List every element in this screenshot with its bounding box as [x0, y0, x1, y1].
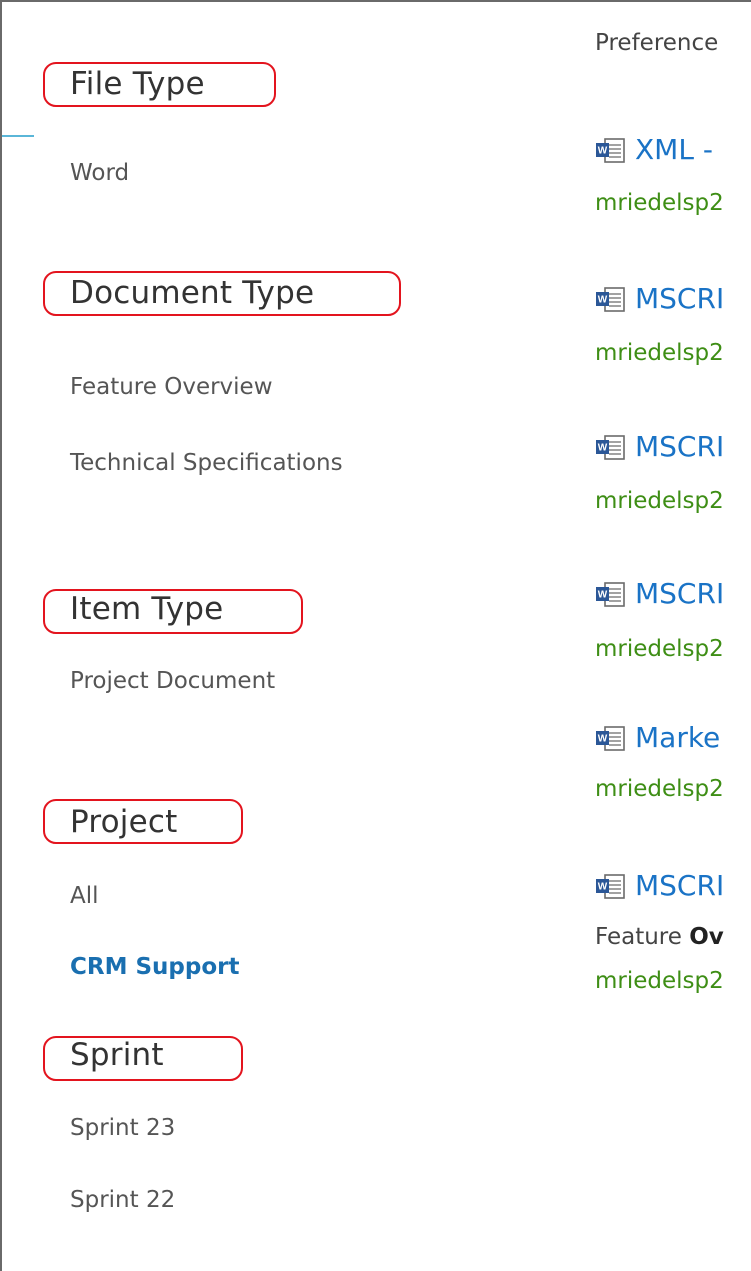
result-title-link[interactable]: W MSCRI	[595, 282, 724, 316]
result-url[interactable]: mriedelsp2	[595, 188, 724, 218]
svg-text:W: W	[598, 442, 608, 453]
result-title-text: XML -	[635, 133, 713, 166]
word-doc-icon: W	[596, 286, 625, 312]
svg-text:W: W	[598, 145, 608, 156]
svg-text:W: W	[598, 733, 608, 744]
word-doc-icon: W	[596, 581, 625, 607]
refiner-value-word[interactable]: Word	[70, 158, 129, 188]
svg-text:W: W	[598, 294, 608, 305]
refiner-value-sprint-23[interactable]: Sprint 23	[70, 1113, 175, 1143]
refiner-heading-item-type: Item Type	[70, 591, 224, 627]
refiner-value-technical-specifications[interactable]: Technical Specifications	[70, 448, 343, 478]
result-url[interactable]: mriedelsp2	[595, 634, 724, 664]
result-title-link[interactable]: W MSCRI	[595, 869, 724, 903]
refiner-value-project-document[interactable]: Project Document	[70, 666, 275, 696]
snippet-text: Feature	[595, 924, 690, 950]
result-title-link[interactable]: W MSCRI	[595, 577, 724, 611]
word-doc-icon: W	[596, 137, 625, 163]
result-title-text: MSCRI	[635, 282, 725, 315]
word-doc-icon: W	[596, 725, 625, 751]
result-snippet: Feature Ov	[595, 922, 724, 952]
refiner-value-feature-overview[interactable]: Feature Overview	[70, 372, 273, 402]
result-url[interactable]: mriedelsp2	[595, 774, 724, 804]
svg-text:W: W	[598, 881, 608, 892]
refiner-value-crm-support[interactable]: CRM Support	[70, 952, 240, 982]
snippet-highlight: Ov	[689, 924, 724, 950]
refiner-heading-document-type: Document Type	[70, 275, 315, 311]
result-title-link[interactable]: W MSCRI	[595, 430, 724, 464]
word-doc-icon: W	[596, 434, 625, 460]
result-url[interactable]: mriedelsp2	[595, 966, 724, 996]
result-title-text: MSCRI	[635, 430, 725, 463]
result-title-text: MSCRI	[635, 869, 725, 902]
result-title-text: MSCRI	[635, 577, 725, 610]
result-url[interactable]: mriedelsp2	[595, 486, 724, 516]
refiner-value-all[interactable]: All	[70, 881, 99, 911]
svg-text:W: W	[598, 589, 608, 600]
result-title-text: Marke	[635, 721, 721, 754]
word-doc-icon: W	[596, 873, 625, 899]
result-title-link[interactable]: W Marke	[595, 721, 720, 755]
refiner-heading-sprint: Sprint	[70, 1037, 164, 1073]
result-url[interactable]: mriedelsp2	[595, 338, 724, 368]
refiner-heading-project: Project	[70, 804, 178, 840]
preference-text: Preference	[595, 30, 719, 56]
search-page: File Type Word Document Type Feature Ove…	[0, 0, 751, 1271]
refiner-value-sprint-22[interactable]: Sprint 22	[70, 1185, 175, 1215]
refinement-panel: File Type Word Document Type Feature Ove…	[2, 2, 562, 1271]
result-title-link[interactable]: W XML -	[595, 133, 713, 167]
refiner-heading-file-type: File Type	[70, 66, 205, 102]
search-results: Preference W XML - mriedelsp2 W MSCRI mr…	[595, 2, 751, 1271]
